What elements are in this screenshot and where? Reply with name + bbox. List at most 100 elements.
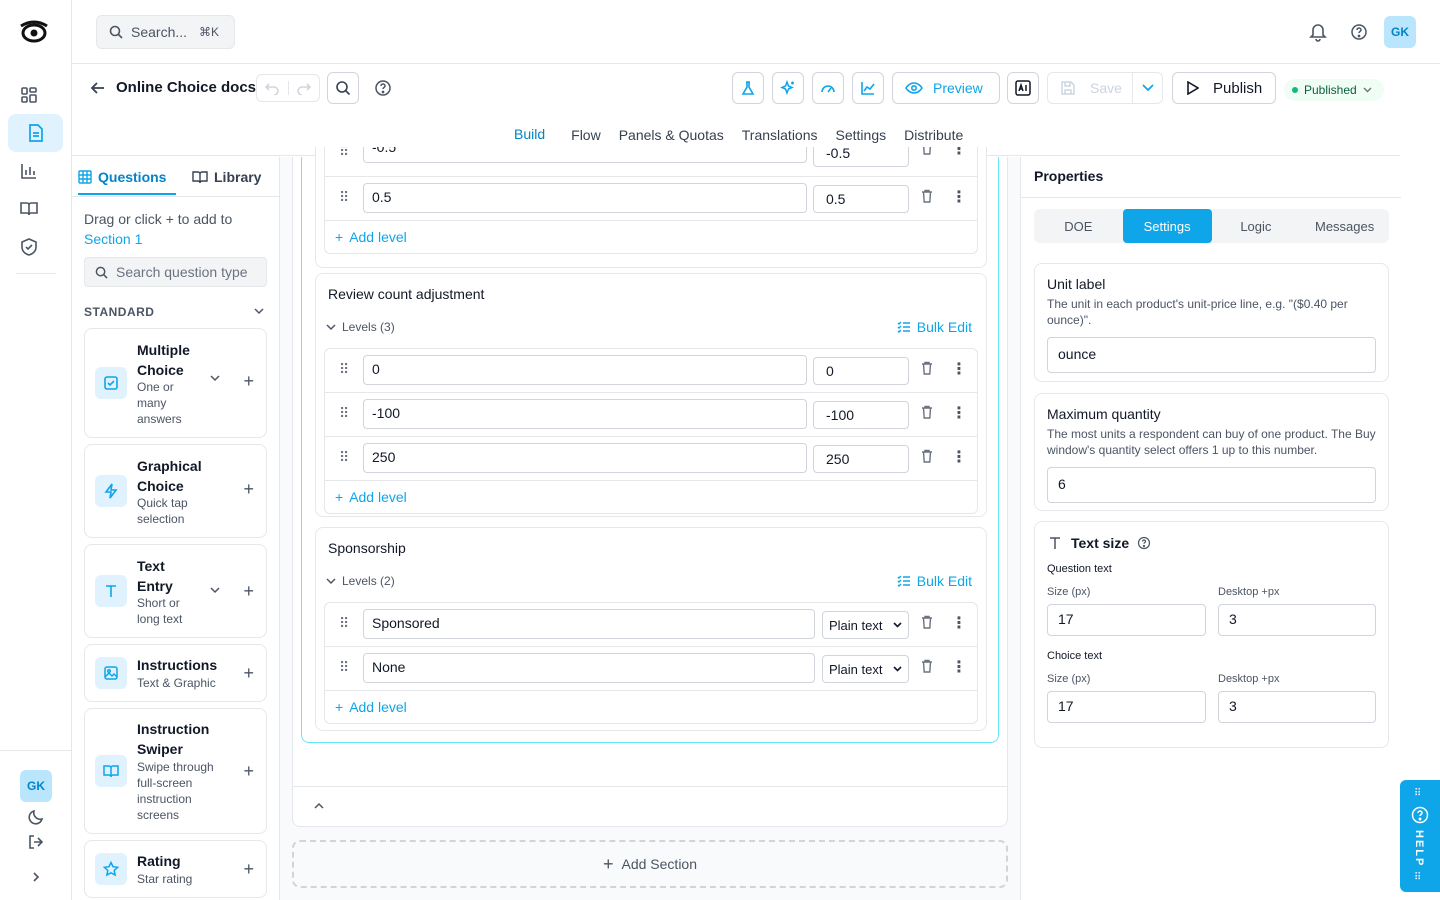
level-label-input[interactable]: 0.5 [363, 183, 807, 213]
level-value-input[interactable]: 0.5 [813, 185, 909, 213]
trash-icon[interactable] [921, 147, 933, 155]
user-avatar[interactable]: GK [1384, 16, 1416, 48]
test-flask-button[interactable] [732, 72, 764, 104]
question-type-instructions[interactable]: Instructions Text & Graphic + [84, 644, 267, 702]
shield-icon[interactable] [19, 237, 39, 257]
drag-handle-icon[interactable]: ⠿ [339, 449, 349, 466]
tab-messages[interactable]: Messages [1300, 209, 1389, 243]
level-format-select[interactable]: Plain text [822, 611, 909, 639]
more-options-icon[interactable]: ⋮ [951, 613, 967, 633]
level-label-input[interactable]: Sponsored [363, 609, 815, 639]
save-options-button[interactable] [1132, 72, 1163, 104]
choice-desktop-input[interactable]: 3 [1218, 691, 1376, 723]
analytics-icon[interactable] [19, 161, 39, 181]
drag-handle-icon[interactable]: ⠿ [339, 147, 349, 160]
more-options-icon[interactable]: ⋮ [951, 403, 967, 423]
level-value-input[interactable]: 250 [813, 445, 909, 473]
level-label-input[interactable]: 0 [363, 355, 807, 385]
question-block-selected[interactable]: ⠿ -0.5 -0.5 ⋮ ⠿ 0.5 0.5 ⋮ + Add level Re… [301, 147, 999, 743]
add-level-button[interactable]: + Add level [325, 221, 977, 253]
more-options-icon[interactable]: ⋮ [951, 147, 967, 159]
tab-library[interactable]: Library [192, 169, 261, 185]
help-circle-icon[interactable] [1137, 536, 1151, 550]
drag-handle-icon[interactable]: ⠿ [339, 189, 349, 206]
bell-icon[interactable] [1308, 22, 1328, 42]
question-size-input[interactable]: 17 [1047, 604, 1206, 636]
add-plus-icon[interactable]: + [243, 479, 254, 500]
publish-button[interactable]: Publish [1172, 72, 1276, 104]
drag-handle-icon[interactable]: ⠿ [339, 659, 349, 676]
trash-icon[interactable] [921, 189, 933, 203]
help-circle-icon[interactable] [1350, 23, 1368, 41]
status-badge[interactable]: Published [1284, 79, 1384, 101]
attribute-name[interactable]: Review count adjustment [328, 286, 484, 302]
save-button[interactable]: Save [1047, 72, 1133, 104]
trash-icon[interactable] [921, 405, 933, 419]
add-plus-icon[interactable]: + [243, 581, 254, 602]
more-options-icon[interactable]: ⋮ [951, 447, 967, 467]
chevron-down-icon[interactable] [210, 375, 220, 382]
level-label-input[interactable]: -0.5 [363, 147, 807, 163]
question-type-multiple-choice[interactable]: Multiple Choice One or many answers + [84, 328, 267, 438]
levels-toggle[interactable]: Levels (2) [326, 574, 395, 588]
drag-handle-icon[interactable]: ⠿ [339, 615, 349, 632]
tab-questions[interactable]: Questions [78, 169, 176, 195]
more-options-icon[interactable]: ⋮ [951, 359, 967, 379]
help-widget[interactable]: ⠿ HELP ⠿ [1400, 780, 1440, 892]
attribute-name[interactable]: Sponsorship [328, 540, 406, 556]
bulk-edit-button[interactable]: Bulk Edit [897, 319, 972, 335]
surveys-icon[interactable] [8, 114, 63, 152]
add-plus-icon[interactable]: + [243, 859, 254, 880]
collapse-section-icon[interactable] [314, 802, 324, 809]
trash-icon[interactable] [921, 361, 933, 375]
document-help-icon[interactable] [374, 79, 392, 97]
level-value-input[interactable]: -100 [813, 401, 909, 429]
question-type-instruction-swiper[interactable]: Instruction Swiper Swipe through full-sc… [84, 708, 267, 834]
global-search[interactable]: Search... ⌘K [96, 15, 235, 49]
expand-rail-icon[interactable] [29, 869, 43, 889]
brand-logo-icon[interactable] [18, 18, 50, 46]
add-level-button[interactable]: + Add level [325, 481, 977, 513]
level-value-input[interactable]: 0 [813, 357, 909, 385]
question-type-search[interactable]: Search question type [84, 257, 267, 287]
dashboard-icon[interactable] [19, 85, 39, 105]
level-format-select[interactable]: Plain text [822, 655, 909, 683]
bulk-edit-button[interactable]: Bulk Edit [897, 573, 972, 589]
search-document-button[interactable] [327, 72, 359, 104]
tab-logic[interactable]: Logic [1212, 209, 1301, 243]
more-options-icon[interactable]: ⋮ [951, 657, 967, 677]
unit-label-input[interactable]: ounce [1047, 337, 1376, 373]
trash-icon[interactable] [921, 449, 933, 463]
level-label-input[interactable]: 250 [363, 443, 807, 473]
ai-sparkle-button[interactable] [772, 72, 804, 104]
add-level-button[interactable]: + Add level [325, 691, 977, 723]
level-label-input[interactable]: -100 [363, 399, 807, 429]
max-quantity-input[interactable]: 6 [1047, 467, 1376, 503]
drag-handle-icon[interactable]: ⠿ [339, 361, 349, 378]
rail-avatar[interactable]: GK [20, 770, 52, 802]
collapse-category-icon[interactable] [254, 308, 264, 315]
trash-icon[interactable] [921, 659, 933, 673]
logout-icon[interactable] [27, 833, 45, 853]
add-plus-icon[interactable]: + [243, 663, 254, 684]
hint-section-link[interactable]: Section 1 [84, 231, 142, 247]
report-chart-button[interactable] [852, 72, 884, 104]
back-arrow-icon[interactable] [90, 80, 106, 96]
levels-toggle[interactable]: Levels (3) [326, 320, 395, 334]
add-plus-icon[interactable]: + [243, 371, 254, 392]
tab-settings[interactable]: Settings [1122, 209, 1212, 243]
preview-button[interactable]: Preview [892, 72, 1000, 104]
add-plus-icon[interactable]: + [243, 761, 254, 782]
speedometer-button[interactable] [812, 72, 844, 104]
level-label-input[interactable]: None [363, 653, 815, 683]
redo-icon[interactable] [287, 81, 319, 95]
add-section-button[interactable]: + Add Section [292, 840, 1008, 888]
choice-size-input[interactable]: 17 [1047, 691, 1206, 723]
level-value-input[interactable]: -0.5 [813, 147, 909, 167]
ai-translate-button[interactable] [1007, 72, 1039, 104]
tab-doe[interactable]: DOE [1034, 209, 1123, 243]
book-icon[interactable] [19, 199, 39, 219]
question-type-text-entry[interactable]: Text Entry Short or long text + [84, 544, 267, 638]
more-options-icon[interactable]: ⋮ [951, 187, 967, 207]
undo-icon[interactable] [257, 81, 288, 95]
